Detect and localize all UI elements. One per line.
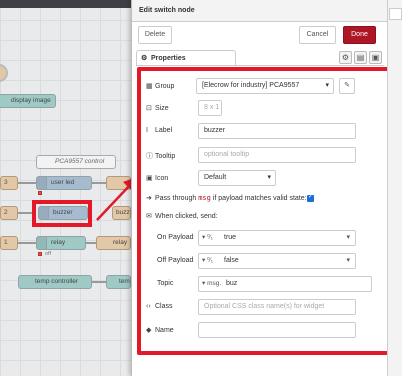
description-icon[interactable]: ▤ — [354, 51, 367, 64]
status-dot — [38, 191, 42, 195]
tray-title: Edit switch node — [132, 0, 388, 22]
wire — [92, 281, 106, 283]
inject-node-2[interactable]: 2 — [0, 206, 18, 220]
node-label: temp controller — [35, 278, 78, 285]
inject-node-1[interactable]: 1 — [0, 236, 18, 250]
form-highlight-box — [137, 67, 393, 355]
sidebar-strip — [387, 0, 402, 376]
status-text: off — [45, 251, 52, 257]
node-label: user led — [51, 179, 75, 186]
wire — [86, 242, 96, 244]
node-number: 1 — [4, 239, 8, 246]
cancel-button[interactable]: Cancel — [299, 26, 336, 44]
node-port — [37, 237, 47, 249]
delete-button[interactable]: Delete — [138, 26, 172, 44]
display-image-node[interactable]: display image — [0, 94, 56, 108]
relay-node[interactable]: relay — [36, 236, 86, 250]
node-number: 3 — [4, 179, 8, 186]
tab-divider — [136, 65, 384, 66]
relay-partial-node[interactable]: relay — [96, 236, 131, 250]
temp-partial-node[interactable]: tem — [106, 275, 131, 289]
wire — [18, 182, 36, 184]
status-dot — [38, 252, 42, 256]
gear-icon: ⚙ — [141, 55, 148, 62]
tab-label: Properties — [151, 55, 186, 62]
done-button[interactable]: Done — [343, 26, 376, 44]
node-label: relay — [51, 239, 66, 246]
buzzer-highlight-box — [32, 200, 92, 227]
inject-node-3[interactable]: 3 — [0, 176, 18, 190]
temp-controller-node[interactable]: temp controller — [18, 275, 92, 289]
node-number: 2 — [4, 209, 8, 216]
wire — [18, 242, 36, 244]
node-label: display image — [11, 97, 51, 104]
comment-node[interactable]: PCA9557 control — [36, 155, 116, 169]
node-port — [37, 177, 47, 189]
canvas-top-bar — [0, 0, 131, 8]
comment-label: PCA9557 control — [55, 158, 105, 165]
user-led-node[interactable]: user led — [36, 176, 92, 190]
settings-gear-icon[interactable]: ⚙ — [339, 51, 352, 64]
appearance-icon[interactable]: ▣ — [369, 51, 382, 64]
node-label: relay — [113, 239, 128, 246]
sidebar-tab[interactable] — [389, 8, 402, 20]
tab-properties[interactable]: ⚙ Properties — [136, 50, 236, 66]
node-label: tem — [119, 278, 130, 285]
